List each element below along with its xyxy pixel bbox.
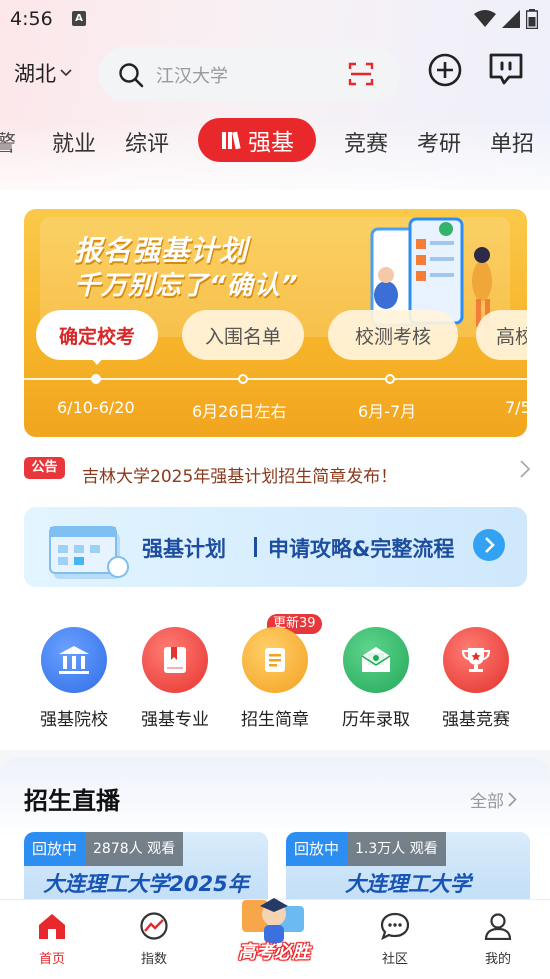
qiangji-timeline-banner[interactable]: 报名强基计划 千万别忘了“确认” 确定校考 入围名单 校测考核 高校 6/10-… (24, 209, 527, 437)
live-tag: 回放中 1.3万人 观看 (286, 832, 446, 866)
notification-icon: A (72, 11, 86, 26)
stage-label: 入围名单 (204, 325, 281, 348)
chat-bubble-icon (380, 912, 410, 941)
tab-active-label: 强基 (248, 130, 294, 156)
stage-pill[interactable]: 校测考核 (328, 310, 458, 360)
signal-icon (502, 10, 520, 28)
application-guide-banner[interactable]: 强基计划 申请攻略&完整流程 (24, 507, 527, 587)
replay-badge: 回放中 (286, 832, 348, 866)
scroll-icon (242, 627, 308, 693)
tab-active[interactable]: 强基 (198, 118, 316, 162)
search-icon (119, 63, 144, 88)
timeline-dot (238, 374, 248, 384)
admission-letter-icon (343, 627, 409, 693)
trophy-icon (443, 627, 509, 693)
section-title: 招生直播 (24, 787, 120, 815)
stage-pill[interactable]: 高校 (476, 310, 527, 360)
banner-title: 报名强基计划 (74, 234, 249, 267)
category-tabs: 警 就业 综评 强基 竞赛 考研 单招 (0, 115, 550, 165)
nav-index[interactable]: 指数 (124, 912, 184, 967)
chevron-right-icon (520, 460, 530, 478)
battery-icon (526, 9, 538, 29)
nav-home[interactable]: 首页 (22, 912, 82, 967)
stage-label: 确定校考 (58, 325, 135, 348)
quick-link-label: 招生简章 (241, 710, 309, 730)
location-selector[interactable]: 湖北 (14, 58, 72, 88)
scan-icon[interactable] (348, 61, 374, 87)
quick-link-label: 强基院校 (40, 710, 108, 730)
guide-subtitle: 申请攻略&完整流程 (268, 537, 455, 561)
home-icon (39, 914, 65, 939)
university-icon (41, 627, 107, 693)
nav-community[interactable]: 社区 (365, 912, 425, 967)
search-input[interactable]: 江汉大学 (156, 62, 228, 88)
nav-profile[interactable]: 我的 (468, 912, 528, 967)
quick-link-label: 历年录取 (342, 710, 410, 730)
timeline-date: 6/10-6/20 (57, 398, 135, 417)
quick-link-admissions[interactable]: 历年录取 (336, 627, 416, 730)
quick-link-brochures[interactable]: 招生简章 (235, 627, 315, 730)
announcement-text: 吉林大学2025年强基计划招生简章发布！ (82, 467, 398, 487)
chevron-down-icon (60, 69, 72, 77)
timeline-dot (91, 374, 101, 384)
timeline-dot (385, 374, 395, 384)
add-icon[interactable] (428, 53, 462, 87)
trend-icon (140, 912, 168, 940)
announcement-bar[interactable]: 公告 吉林大学2025年强基计划招生简章发布！ (24, 456, 530, 490)
announcement-badge: 公告 (24, 457, 65, 479)
nav-label: 首页 (38, 952, 65, 967)
replay-badge: 回放中 (24, 832, 86, 866)
tab-item[interactable]: 考研 (417, 126, 461, 158)
tab-item[interactable]: 竞赛 (344, 126, 388, 158)
tab-item[interactable]: 警 (0, 126, 16, 158)
tab-item[interactable]: 就业 (52, 126, 96, 158)
quick-link-majors[interactable]: 强基专业 (135, 627, 215, 730)
view-all-link[interactable]: 全部 (470, 787, 517, 812)
chevron-right-icon (508, 792, 517, 807)
viewer-count: 1.3万人 观看 (347, 832, 446, 866)
calendar-icon (49, 526, 129, 579)
nav-label: 指数 (140, 952, 167, 967)
quick-link-label: 强基竞赛 (442, 710, 510, 730)
view-all-label: 全部 (470, 792, 504, 812)
stage-pill[interactable]: 入围名单 (182, 310, 304, 360)
nav-label: 社区 (381, 952, 408, 967)
status-time: 4:56 (10, 8, 53, 30)
search-bar[interactable]: 江汉大学 (98, 47, 400, 101)
arrow-right-button[interactable] (473, 529, 505, 561)
status-icons (474, 9, 538, 29)
timeline-date: 6月-7月 (358, 402, 417, 421)
books-icon (222, 131, 241, 150)
center-badge-label: 高考必胜 (238, 942, 310, 963)
quick-link-competitions[interactable]: 强基竞赛 (436, 627, 516, 730)
quick-link-universities[interactable]: 强基院校 (34, 627, 114, 730)
timeline-date: 7/5 (505, 398, 527, 417)
book-icon (142, 627, 208, 693)
stage-label: 校测考核 (354, 325, 431, 348)
location-label: 湖北 (14, 62, 56, 86)
nav-label: 我的 (484, 952, 511, 967)
tab-item[interactable]: 综评 (125, 126, 169, 158)
quick-link-label: 强基专业 (141, 710, 209, 730)
guide-title: 强基计划 (142, 537, 226, 561)
stage-label: 高校 (496, 325, 527, 348)
banner-subtitle: 千万别忘了“确认” (74, 271, 299, 301)
stage-pill-active[interactable]: 确定校考 (36, 310, 158, 360)
gaokao-center-button[interactable]: 高考必胜 (232, 892, 316, 972)
pill-pointer (90, 357, 104, 365)
profile-icon (484, 913, 512, 941)
status-bar: 4:56 A (0, 0, 550, 36)
live-tag: 回放中 2878人 观看 (24, 832, 184, 866)
wifi-icon (474, 10, 496, 27)
tab-item[interactable]: 单招 (490, 126, 534, 158)
viewer-count: 2878人 观看 (85, 832, 184, 866)
guide-divider (254, 537, 257, 557)
message-icon[interactable] (487, 51, 525, 87)
timeline-date: 6月26日左右 (192, 402, 287, 421)
chevron-right-icon (485, 537, 495, 553)
